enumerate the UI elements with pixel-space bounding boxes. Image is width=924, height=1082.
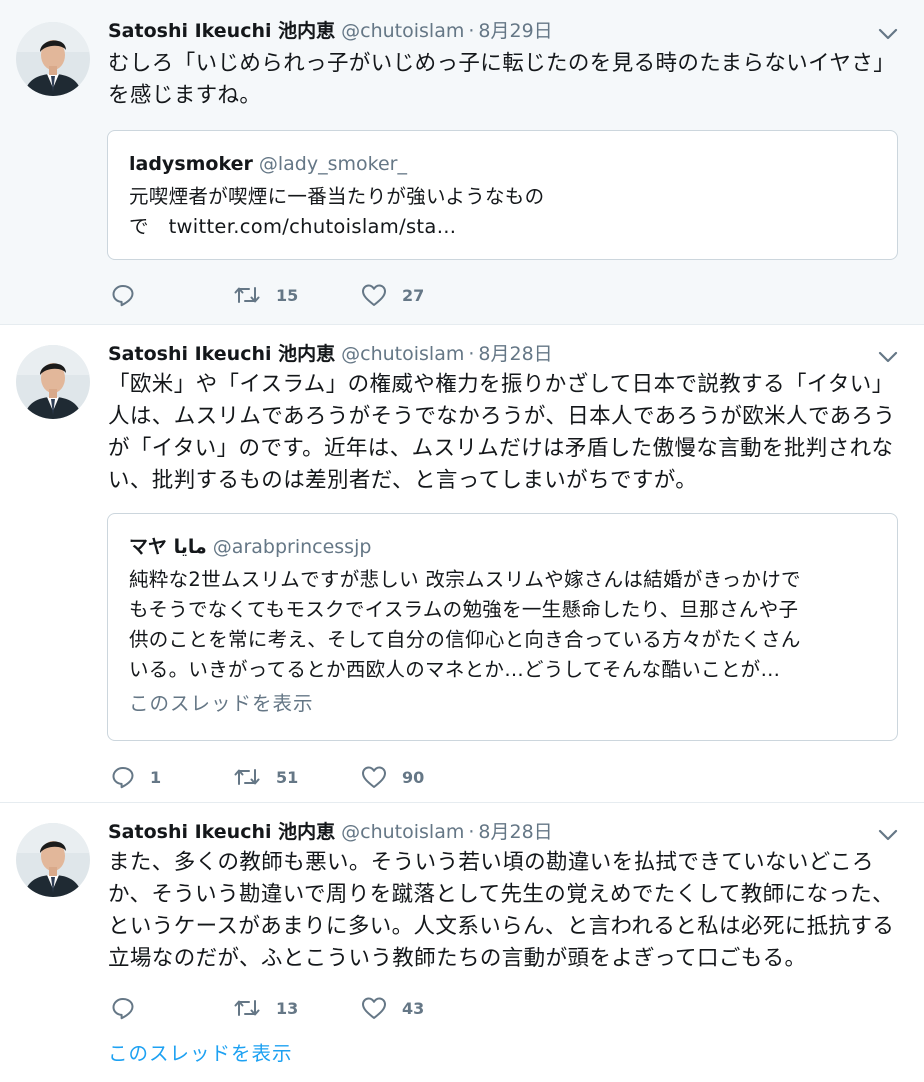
author-handle[interactable]: @chutoislam	[341, 821, 464, 843]
retweet-button[interactable]: 13	[232, 993, 298, 1023]
tweet-header: Satoshi Ikeuchi 池内恵 @chutoislam · 8月28日	[108, 339, 553, 369]
tweet-date[interactable]: 8月29日	[478, 20, 552, 42]
heart-icon	[360, 764, 388, 790]
avatar[interactable]	[16, 22, 90, 96]
tweet-text: また、多くの教師も悪い。そういう若い頃の勘違いを払拭できていないどころ か、そう…	[108, 850, 895, 971]
tweet-actions: 13 43	[108, 993, 508, 1023]
tweet-text: むしろ「いじめられっ子がいじめっ子に転じたのを見る時のたまらないイヤさ」 を感じ…	[108, 51, 896, 108]
quote-header: マヤ مايا @arabprincessjp	[129, 534, 371, 560]
author-name[interactable]: Satoshi Ikeuchi 池内恵	[108, 821, 335, 843]
retweet-icon	[232, 282, 262, 308]
reply-button[interactable]	[110, 993, 150, 1023]
quoted-tweet[interactable]: ladysmoker @lady_smoker_ 元喫煙者が喫煙に一番当たりが強い…	[107, 130, 898, 260]
chevron-down-icon[interactable]	[876, 823, 900, 847]
tweet-date[interactable]: 8月28日	[478, 343, 552, 365]
tweet[interactable]: Satoshi Ikeuchi 池内恵 @chutoislam · 8月29日 むしろ…	[0, 0, 924, 325]
retweet-button[interactable]: 51	[232, 762, 298, 792]
tweet[interactable]: Satoshi Ikeuchi 池内恵 @chutoislam · 8月28日 「欧米…	[0, 325, 924, 803]
reply-count: 1	[150, 767, 162, 787]
retweet-count: 13	[276, 998, 299, 1018]
reply-icon	[110, 995, 136, 1021]
avatar[interactable]	[16, 345, 90, 419]
quote-author-name: マヤ مايا	[129, 536, 207, 558]
quote-author-handle: @arabprincessjp	[212, 536, 372, 558]
reply-button[interactable]: 1	[110, 762, 161, 792]
author-handle[interactable]: @chutoislam	[341, 20, 464, 42]
quote-header: ladysmoker @lady_smoker_	[129, 151, 407, 177]
tweet-text: 「欧米」や「イスラム」の権威や権力を振りかざして日本で説教する「イタい」 人は、…	[108, 372, 896, 493]
author-name[interactable]: Satoshi Ikeuchi 池内恵	[108, 343, 335, 365]
retweet-icon	[232, 764, 262, 790]
quote-author-handle: @lady_smoker_	[258, 153, 407, 175]
like-count: 90	[402, 767, 425, 787]
separator-dot: ·	[468, 20, 475, 42]
like-button[interactable]: 43	[360, 993, 424, 1023]
retweet-button[interactable]: 15	[232, 280, 298, 310]
tweet-actions: 15 27	[108, 280, 508, 310]
author-handle[interactable]: @chutoislam	[341, 343, 464, 365]
separator-dot: ·	[468, 821, 475, 843]
quote-show-thread-link[interactable]: このスレッドを表示	[129, 691, 314, 717]
show-thread-link[interactable]: このスレッドを表示	[108, 1040, 293, 1068]
like-count: 43	[402, 998, 425, 1018]
retweet-count: 51	[276, 767, 299, 787]
tweet-actions: 1 51 90	[108, 762, 508, 792]
quoted-tweet[interactable]: マヤ مايا @arabprincessjp 純粋な2世ムスリムですが悲しい 改…	[107, 513, 898, 741]
quote-author-name: ladysmoker	[129, 153, 253, 175]
reply-icon	[110, 764, 136, 790]
like-button[interactable]: 27	[360, 280, 424, 310]
tweet-header: Satoshi Ikeuchi 池内恵 @chutoislam · 8月29日	[108, 16, 553, 46]
avatar[interactable]	[16, 823, 90, 897]
retweet-count: 15	[276, 285, 299, 305]
quote-text: 元喫煙者が喫煙に一番当たりが強いようなもの で twitter.com/chut…	[129, 185, 545, 238]
reply-icon	[110, 282, 136, 308]
quote-text: 純粋な2世ムスリムですが悲しい 改宗ムスリムや嫁さんは結婚がきっかけで もそうで…	[129, 568, 801, 681]
tweet-date[interactable]: 8月28日	[478, 821, 552, 843]
tweet[interactable]: Satoshi Ikeuchi 池内恵 @chutoislam · 8月28日 また、…	[0, 803, 924, 1082]
chevron-down-icon[interactable]	[876, 22, 900, 46]
heart-icon	[360, 282, 388, 308]
reply-button[interactable]	[110, 280, 150, 310]
retweet-icon	[232, 995, 262, 1021]
author-name[interactable]: Satoshi Ikeuchi 池内恵	[108, 20, 335, 42]
heart-icon	[360, 995, 388, 1021]
separator-dot: ·	[468, 343, 475, 365]
like-count: 27	[402, 285, 425, 305]
tweet-header: Satoshi Ikeuchi 池内恵 @chutoislam · 8月28日	[108, 817, 553, 847]
chevron-down-icon[interactable]	[876, 345, 900, 369]
like-button[interactable]: 90	[360, 762, 424, 792]
